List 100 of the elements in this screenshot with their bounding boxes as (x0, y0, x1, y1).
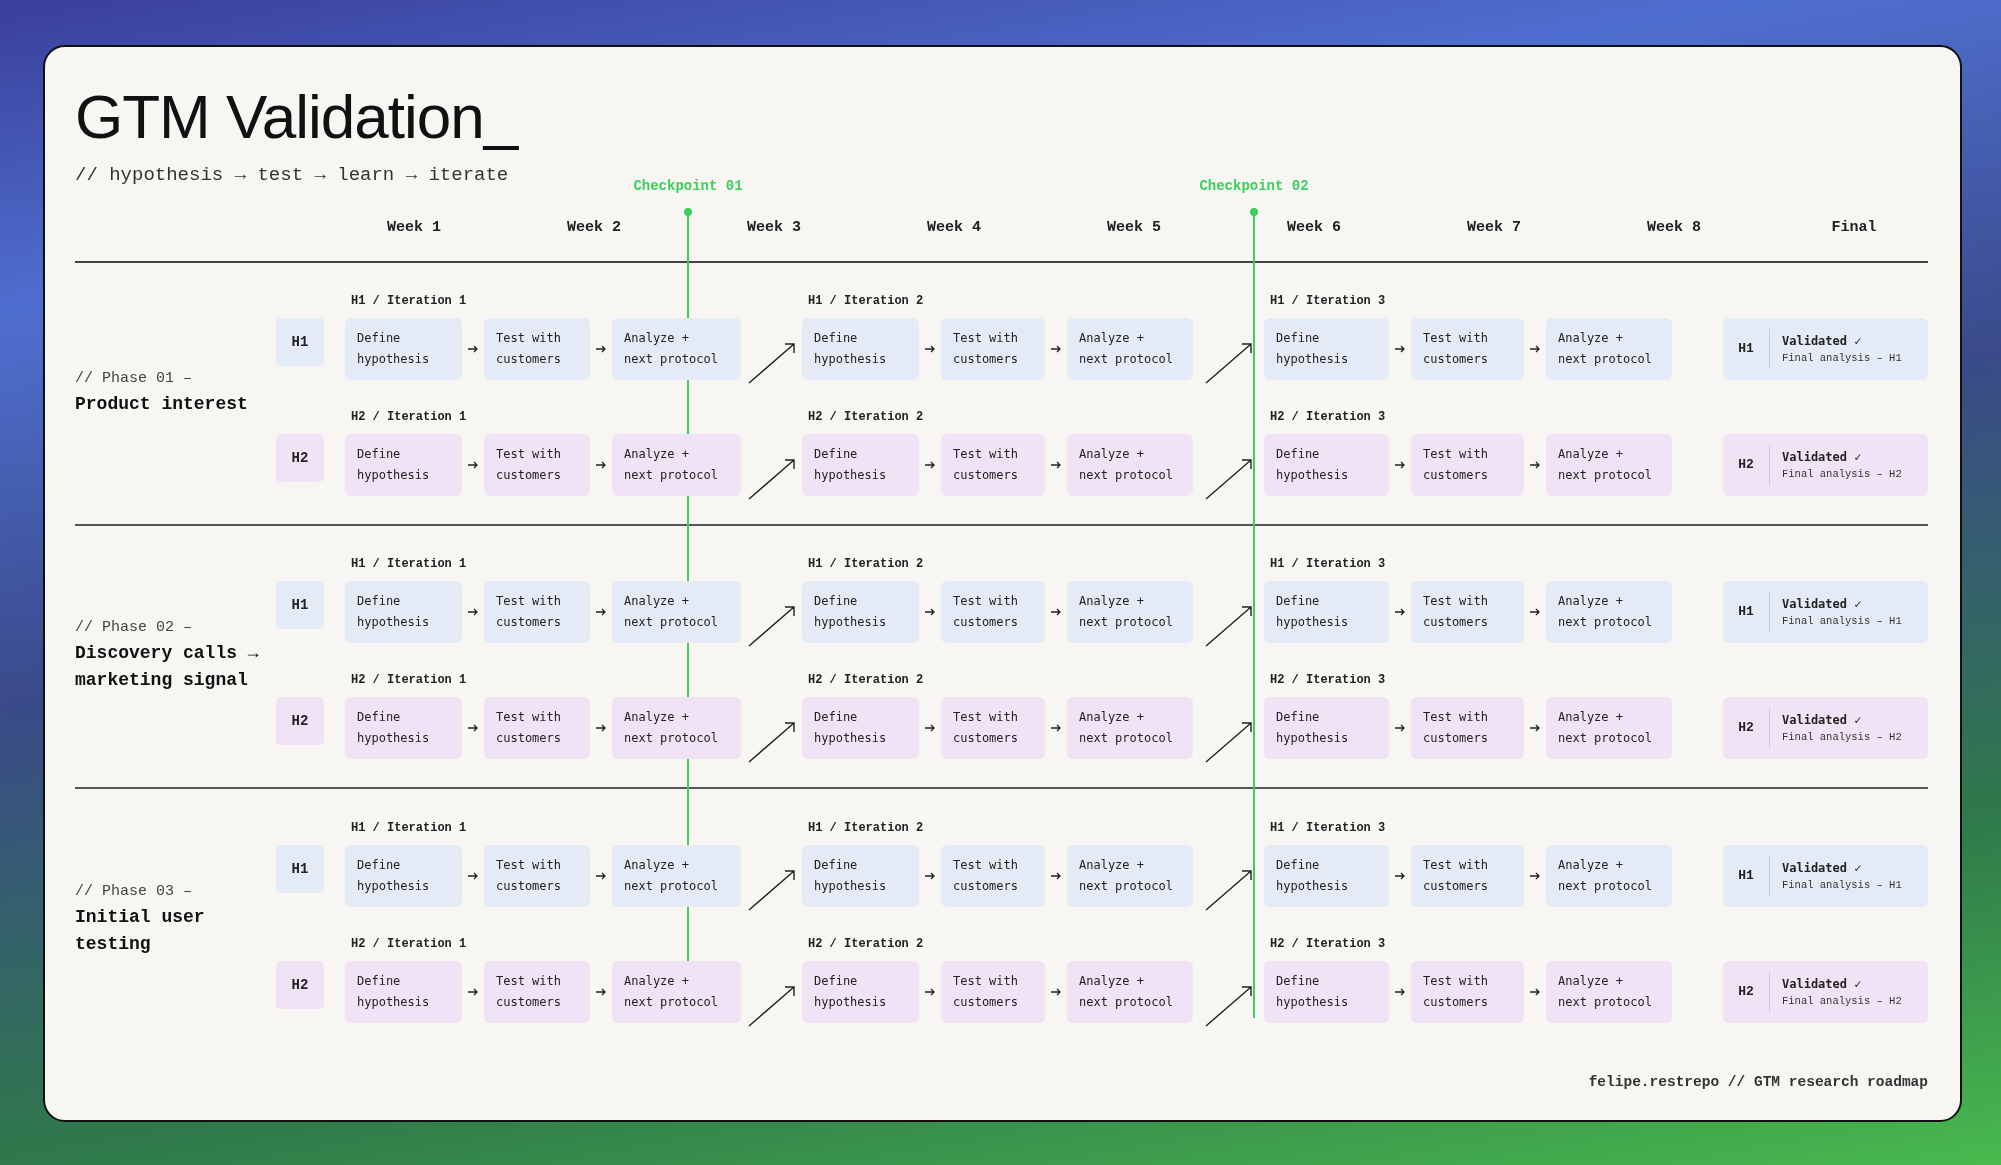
subtitle: // hypothesis → test → learn → iterate (75, 163, 509, 187)
step-card: Define hypothesis (345, 696, 462, 759)
arrow-icon (1530, 723, 1540, 732)
step-card: Analyze + next protocol (612, 960, 741, 1023)
step-card: Define hypothesis (345, 844, 462, 907)
step-card: Analyze + next protocol (1546, 960, 1672, 1023)
step-card: Test with customers (484, 317, 590, 380)
diagonal-arrow-icon (746, 340, 797, 385)
hypothesis-badge: H1 (276, 580, 324, 629)
iteration-label: H1 / Iteration 3 (1270, 819, 1386, 837)
hypothesis-label: H2 (1723, 707, 1770, 748)
step-card: Define hypothesis (1264, 580, 1389, 643)
step-card: Test with customers (484, 844, 590, 907)
arrow-icon (1395, 871, 1405, 880)
arrow-icon (596, 607, 606, 616)
week-label: Week 3 (746, 218, 802, 238)
arrow-icon (1395, 987, 1405, 996)
week-label: Week 1 (386, 218, 442, 238)
iteration-label: H2 / Iteration 3 (1270, 935, 1386, 953)
step-card: Analyze + next protocol (1546, 696, 1672, 759)
step-card: Analyze + next protocol (1067, 317, 1193, 380)
hypothesis-label: H1 (1723, 328, 1770, 369)
phase-label: // Phase 02 – (75, 619, 194, 636)
arrow-icon (925, 987, 935, 996)
arrow-icon (1530, 460, 1540, 469)
phase-title: Product interest (75, 392, 249, 416)
step-card: Analyze + next protocol (612, 844, 741, 907)
iteration-label: H1 / Iteration 2 (808, 819, 924, 837)
page-title: GTM Validation_ (75, 83, 518, 151)
step-card: Define hypothesis (345, 960, 462, 1023)
step-card: Test with customers (1411, 844, 1524, 907)
step-card: Define hypothesis (1264, 317, 1389, 380)
arrow-icon (596, 871, 606, 880)
arrow-icon (468, 723, 478, 732)
iteration-label: H1 / Iteration 2 (808, 555, 924, 573)
step-card: Define hypothesis (345, 580, 462, 643)
week-label: Week 8 (1646, 218, 1702, 238)
arrow-icon (596, 460, 606, 469)
phase-label: // Phase 03 – (75, 883, 194, 900)
arrow-icon (596, 987, 606, 996)
phase-label: // Phase 01 – (75, 369, 194, 387)
iteration-label: H2 / Iteration 2 (808, 671, 924, 689)
arrow-icon (1051, 871, 1061, 880)
step-card: Define hypothesis (1264, 844, 1389, 907)
step-card: Test with customers (941, 960, 1045, 1023)
week-label: Week 2 (566, 218, 622, 238)
step-card: Analyze + next protocol (612, 433, 741, 496)
step-card: Test with customers (1411, 433, 1524, 496)
step-card: Analyze + next protocol (1067, 960, 1193, 1023)
arrow-icon (1530, 607, 1540, 616)
arrow-icon (1395, 723, 1405, 732)
arrow-icon (1395, 460, 1405, 469)
validated-label: Validated ✓ (1782, 449, 1863, 464)
arrow-icon (925, 607, 935, 616)
iteration-label: H1 / Iteration 3 (1270, 292, 1386, 310)
step-card: Test with customers (941, 580, 1045, 643)
phase-title: Discovery calls → marketing signal (75, 642, 260, 692)
hypothesis-badge: H1 (276, 317, 324, 366)
arrow-icon (1051, 344, 1061, 353)
step-card: Define hypothesis (802, 960, 919, 1023)
arrow-icon (1051, 607, 1061, 616)
footer-text: felipe.restrepo // GTM research roadmap (1588, 1074, 1928, 1090)
analysis-label: Final analysis – H1 (1782, 351, 1902, 364)
iteration-label: H2 / Iteration 2 (808, 935, 924, 953)
arrow-icon (468, 460, 478, 469)
arrow-icon (596, 723, 606, 732)
step-card: Define hypothesis (802, 433, 919, 496)
validated-label: Validated ✓ (1782, 712, 1863, 727)
step-card: Test with customers (941, 696, 1045, 759)
analysis-label: Final analysis – H2 (1782, 467, 1902, 480)
validated-label: Validated ✓ (1782, 333, 1863, 348)
step-card: Test with customers (1411, 960, 1524, 1023)
iteration-label: H2 / Iteration 3 (1270, 671, 1386, 689)
analysis-label: Final analysis – H2 (1782, 730, 1902, 743)
step-card: Test with customers (484, 433, 590, 496)
step-card: Define hypothesis (345, 317, 462, 380)
iteration-label: H2 / Iteration 1 (351, 408, 467, 426)
iteration-label: H2 / Iteration 1 (351, 935, 467, 953)
iteration-label: H1 / Iteration 3 (1270, 555, 1386, 573)
iteration-label: H2 / Iteration 1 (351, 671, 467, 689)
step-card: Define hypothesis (802, 844, 919, 907)
diagonal-arrow-icon (746, 456, 797, 501)
validated-label: Validated ✓ (1782, 976, 1863, 991)
step-card: Test with customers (484, 580, 590, 643)
iteration-label: H1 / Iteration 1 (351, 819, 467, 837)
arrow-icon (1530, 871, 1540, 880)
arrow-icon (1051, 723, 1061, 732)
week-label: Week 5 (1106, 218, 1162, 238)
iteration-label: H2 / Iteration 2 (808, 408, 924, 426)
step-card: Analyze + next protocol (1546, 580, 1672, 643)
week-label: Week 6 (1286, 218, 1342, 238)
hypothesis-badge: H2 (276, 960, 324, 1009)
diagonal-arrow-icon (746, 719, 797, 764)
step-card: Analyze + next protocol (612, 580, 741, 643)
week-label: Week 4 (926, 218, 982, 238)
arrow-icon (925, 460, 935, 469)
analysis-label: Final analysis – H1 (1782, 878, 1902, 891)
hypothesis-badge: H2 (276, 433, 324, 482)
checkpoint-label: Checkpoint 01 (633, 178, 743, 194)
arrow-icon (468, 344, 478, 353)
